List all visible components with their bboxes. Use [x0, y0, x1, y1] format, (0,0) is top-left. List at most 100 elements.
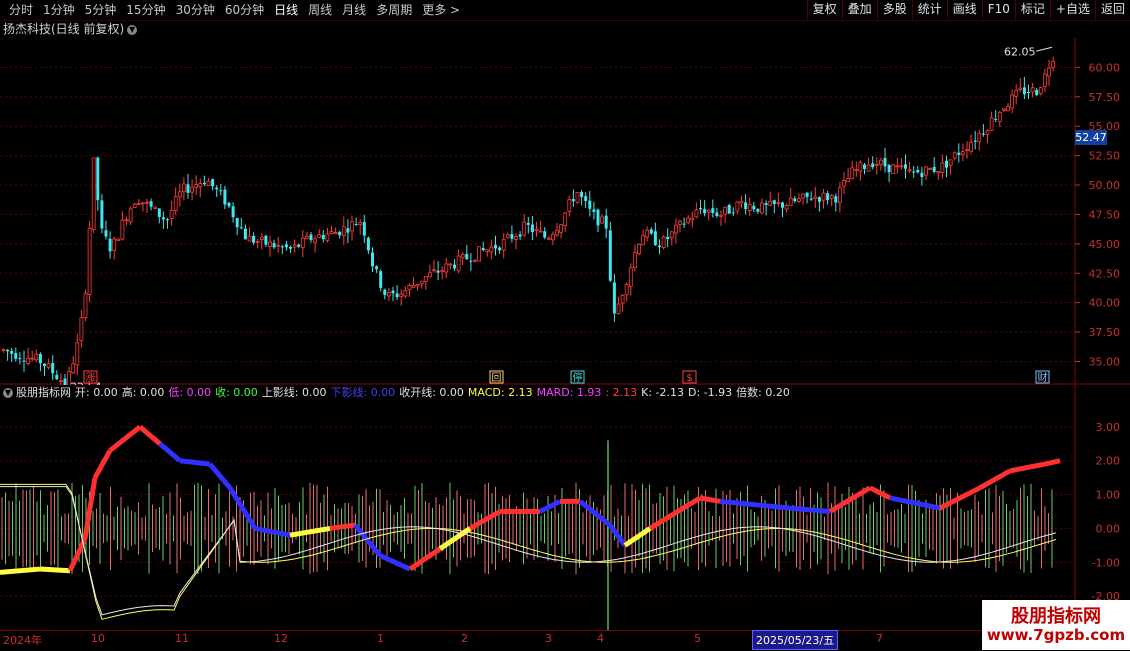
ind-trend-segment — [158, 441, 182, 463]
candle-body — [936, 171, 941, 174]
candle-body — [580, 192, 584, 198]
candle-body — [592, 209, 596, 212]
candle-body — [945, 160, 948, 168]
candle-body — [227, 202, 231, 207]
toolbar-button-7[interactable]: +自选 — [1049, 0, 1095, 19]
toolbar-button-5[interactable]: F10 — [981, 0, 1015, 19]
indicator-name[interactable]: 股朋指标网 — [16, 386, 71, 399]
date-label-4: 1 — [377, 632, 384, 645]
candle-body — [891, 164, 896, 174]
candle-body — [91, 157, 96, 230]
candle-body — [715, 212, 719, 216]
toolbar-button-6[interactable]: 标记 — [1014, 0, 1050, 19]
candle-body — [981, 133, 985, 135]
candle-body — [268, 241, 272, 247]
toolbar-button-8[interactable]: 返回 — [1094, 0, 1130, 19]
chevron-down-icon[interactable]: ▼ — [3, 388, 13, 398]
candle-body — [116, 238, 121, 241]
date-label-0: 2024年 — [3, 634, 42, 647]
event-marker-1[interactable]: 回 — [489, 370, 504, 384]
stock-title[interactable]: 扬杰科技(日线 前复权) ▼ — [3, 21, 138, 37]
candle-body — [14, 353, 18, 359]
candle-body — [530, 224, 534, 233]
candle-body — [379, 271, 383, 288]
period-tab-4[interactable]: 30分钟 — [171, 2, 220, 18]
candle-body — [280, 246, 284, 248]
period-tab-5[interactable]: 60分钟 — [220, 2, 269, 18]
date-label-1: 10 — [91, 632, 105, 645]
candle-body — [120, 219, 125, 240]
candle-body — [419, 280, 424, 284]
candle-body — [510, 233, 514, 239]
candle-body — [846, 178, 850, 183]
candle-body — [538, 230, 543, 233]
candle-body — [895, 165, 900, 168]
candle-body — [940, 162, 945, 173]
period-tab-7[interactable]: 周线 — [303, 2, 337, 18]
candle-body — [43, 363, 46, 367]
date-label-10: 7 — [876, 632, 883, 645]
candle-body — [169, 209, 174, 219]
price-chart[interactable]: 60.0057.5055.0052.5050.0047.5045.0042.50… — [0, 38, 1130, 385]
indicator-chart[interactable]: 3.002.001.000.00-1.00-2.00 — [0, 385, 1130, 630]
candle-body — [600, 216, 604, 224]
period-tab-3[interactable]: 15分钟 — [121, 2, 170, 18]
candle-body — [423, 276, 428, 282]
candle-body — [223, 189, 227, 205]
candle-body — [194, 184, 199, 188]
candle-body — [321, 234, 325, 240]
candle-body — [666, 236, 670, 240]
candle-body — [22, 360, 26, 362]
legend-field-11: D: -1.93 — [688, 386, 733, 399]
candle-body — [641, 235, 645, 246]
candle-body — [124, 219, 129, 222]
ind-trend-segment — [1009, 461, 1046, 474]
chevron-down-icon[interactable]: ▼ — [127, 24, 138, 35]
legend-field-12: 倍数: 0.20 — [736, 386, 790, 399]
candle-body — [575, 192, 580, 203]
toolbar-button-4[interactable]: 画线 — [946, 0, 982, 19]
candle-body — [411, 284, 416, 288]
candle-body — [371, 252, 374, 267]
candle-body — [526, 222, 530, 225]
candle-body — [784, 205, 789, 210]
date-label-6: 3 — [545, 632, 552, 645]
candle-body — [952, 152, 957, 159]
period-tab-0[interactable]: 分时 — [4, 2, 38, 18]
candle-body — [292, 244, 297, 248]
candle-body — [79, 317, 84, 342]
candle-body — [788, 197, 793, 206]
candle-body — [534, 228, 539, 231]
ind-trend-segment — [254, 525, 291, 538]
period-tab-1[interactable]: 1分钟 — [38, 2, 80, 18]
toolbar-button-3[interactable]: 统计 — [911, 0, 947, 19]
candle-body — [551, 233, 555, 241]
period-tab-2[interactable]: 5分钟 — [80, 2, 122, 18]
candle-body — [637, 243, 641, 254]
candle-body — [904, 164, 907, 169]
period-tab-8[interactable]: 月线 — [337, 2, 371, 18]
toolbar-button-0[interactable]: 复权 — [806, 0, 842, 19]
candle-body — [481, 248, 485, 251]
candle-body — [858, 162, 863, 172]
period-tab-10[interactable]: 更多 > — [417, 2, 465, 18]
candle-body — [366, 237, 370, 251]
candle-body — [358, 222, 363, 225]
legend-field-7: MACD: 2.13 — [467, 386, 533, 399]
candle-body — [584, 196, 588, 201]
event-marker-2[interactable]: 停 — [570, 370, 585, 384]
toolbar-button-2[interactable]: 多股 — [876, 0, 912, 19]
ind-trend-segment — [648, 495, 702, 531]
event-marker-4[interactable]: 财 — [1035, 370, 1050, 384]
candle-body — [38, 354, 42, 364]
period-tab-6[interactable]: 日线 — [269, 2, 303, 18]
price-tick-label: 40.00 — [1089, 297, 1121, 310]
event-marker-0[interactable]: 涨 — [83, 370, 98, 384]
period-tab-9[interactable]: 多周期 — [371, 2, 417, 18]
candle-body — [259, 236, 264, 240]
candle-body — [264, 235, 268, 245]
watermark-url: www.7gpzb.com — [986, 626, 1126, 644]
candle-body — [866, 164, 871, 172]
toolbar-button-1[interactable]: 叠加 — [841, 0, 877, 19]
candle-body — [10, 351, 14, 354]
